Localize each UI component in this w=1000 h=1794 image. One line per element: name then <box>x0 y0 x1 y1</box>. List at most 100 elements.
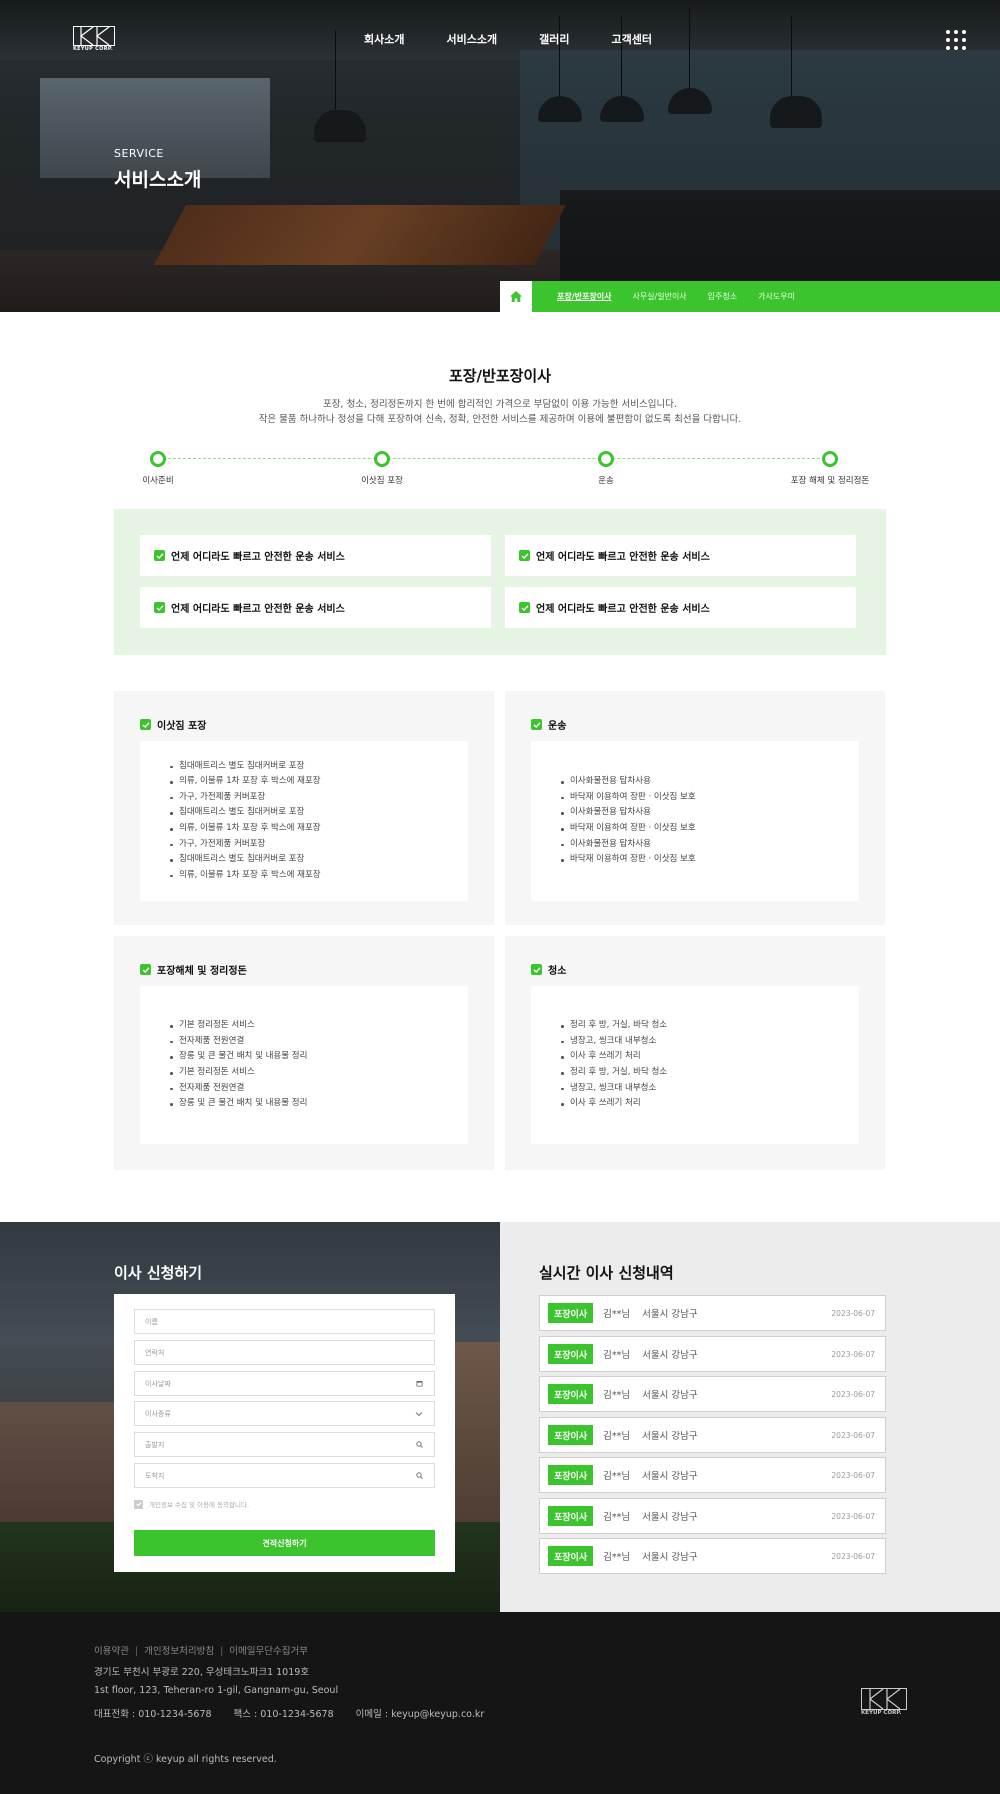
privacy-agree-checkbox[interactable]: 개인정보 수집 및 이용에 동의합니다. <box>134 1499 249 1509</box>
move-date-field[interactable]: 이사날짜 <box>134 1371 435 1396</box>
list-item: 포장이사 김**님 서울시 강남구 2023-06-07 <box>539 1295 886 1331</box>
subnav-item-packing[interactable]: 포장/반포장이사 <box>557 291 611 302</box>
subnav-item-office[interactable]: 사무실/일반이사 <box>632 291 686 302</box>
request-area: 서울시 강남구 <box>642 1350 698 1361</box>
departure-placeholder: 출발지 <box>145 1440 165 1449</box>
request-area: 서울시 강남구 <box>642 1431 698 1442</box>
name-field[interactable]: 이름 <box>134 1309 435 1334</box>
live-requests-title: 실시간 이사 신청내역 <box>539 1264 674 1282</box>
list-item: 침대매트리스 별도 침대커버로 포장 <box>170 805 468 821</box>
card-title: 포장해체 및 정리정돈 <box>157 966 247 977</box>
feature-text: 언제 어디라도 빠르고 안전한 운송 서비스 <box>536 552 710 563</box>
list-item: 포장이사 김**님 서울시 강남구 2023-06-07 <box>539 1417 886 1453</box>
footer-address-en: 1st floor, 123, Teheran-ro 1-gil, Gangna… <box>94 1685 339 1696</box>
process-line <box>158 458 830 459</box>
footer-link-email-refusal[interactable]: 이메일무단수집거부 <box>229 1646 308 1657</box>
request-area: 서울시 강남구 <box>642 1512 698 1523</box>
list-item: 이사 후 쓰레기 처리 <box>561 1049 859 1065</box>
footer-fax: 팩스 : 010-1234-5678 <box>233 1709 334 1720</box>
chevron-down-icon[interactable] <box>414 1409 424 1419</box>
section-desc-line1: 포장, 청소, 정리정돈까지 한 번에 합리적인 가격으로 부담없이 이용 가능… <box>323 399 677 410</box>
list-item: 이사화물전용 탑차사용 <box>561 837 859 853</box>
request-date: 2023-06-07 <box>831 1389 875 1399</box>
nav-item-support[interactable]: 고객센터 <box>611 31 651 47</box>
submit-quote-button[interactable]: 견적신청하기 <box>134 1530 435 1556</box>
list-item: 포장이사 김**님 서울시 강남구 2023-06-07 <box>539 1457 886 1493</box>
arrival-placeholder: 도착지 <box>145 1471 165 1480</box>
check-icon <box>154 602 165 613</box>
home-button[interactable] <box>500 281 532 312</box>
status-badge: 포장이사 <box>548 1384 594 1404</box>
page-title: 서비스소개 <box>114 169 202 191</box>
service-card-packing: 이삿짐 포장 침대매트리스 별도 침대커버로 포장 의류, 이불류 1차 포장 … <box>114 691 494 925</box>
privacy-agree-label: 개인정보 수집 및 이용에 동의합니다. <box>149 1501 250 1509</box>
request-date: 2023-06-07 <box>831 1470 875 1480</box>
list-item: 전자제품 전원연결 <box>170 1034 468 1050</box>
subnav-item-cleaning[interactable]: 입주청소 <box>708 291 737 302</box>
list-item: 가구, 가전제품 커버포장 <box>170 790 468 806</box>
phone-field[interactable]: 연락처 <box>134 1340 435 1365</box>
step-circle-icon <box>598 451 614 467</box>
footer <box>0 1612 1000 1794</box>
nav-item-company[interactable]: 회사소개 <box>364 31 404 47</box>
request-date: 2023-06-07 <box>831 1349 875 1359</box>
request-area: 서울시 강남구 <box>642 1471 698 1482</box>
feature-item: 언제 어디라도 빠르고 안전한 운송 서비스 <box>140 587 491 628</box>
request-area: 서울시 강남구 <box>642 1390 698 1401</box>
footer-link-terms[interactable]: 이용약관 <box>94 1646 129 1657</box>
status-badge: 포장이사 <box>548 1465 594 1485</box>
card-body: 정리 후 방, 거실, 바닥 청소 냉장고, 씽크대 내부청소 이사 후 쓰레기… <box>531 986 859 1144</box>
phone-placeholder: 연락처 <box>145 1348 165 1357</box>
search-icon[interactable] <box>414 1471 424 1481</box>
request-date: 2023-06-07 <box>831 1551 875 1561</box>
step-label: 이사준비 <box>142 476 174 486</box>
calendar-icon[interactable] <box>414 1379 424 1389</box>
process-step: 이사준비 <box>88 451 228 486</box>
service-card-unpacking: 포장해체 및 정리정돈 기본 정리정돈 서비스 전자제품 전원연결 장롱 및 큰… <box>114 936 494 1170</box>
feature-text: 언제 어디라도 빠르고 안전한 운송 서비스 <box>536 604 710 615</box>
check-icon <box>140 719 151 730</box>
list-item: 정리 후 방, 거실, 바닥 청소 <box>561 1065 859 1081</box>
check-icon <box>154 550 165 561</box>
arrival-field[interactable]: 도착지 <box>134 1463 435 1488</box>
list-item: 이사 후 쓰레기 처리 <box>561 1096 859 1112</box>
main-nav: 회사소개 서비스소개 갤러리 고객센터 <box>364 31 652 47</box>
list-item: 냉장고, 씽크대 내부청소 <box>561 1081 859 1097</box>
card-title: 운송 <box>548 721 567 732</box>
status-badge: 포장이사 <box>548 1344 594 1364</box>
menu-grid-icon[interactable] <box>946 30 966 50</box>
checkbox-icon[interactable] <box>134 1499 143 1509</box>
nav-item-gallery[interactable]: 갤러리 <box>539 31 569 47</box>
check-icon <box>531 719 542 730</box>
service-card-transport: 운송 이사화물전용 탑차사용 바닥재 이용하여 장판 · 이삿짐 보호 이사화물… <box>505 691 885 925</box>
feature-text: 언제 어디라도 빠르고 안전한 운송 서비스 <box>171 604 345 615</box>
departure-field[interactable]: 출발지 <box>134 1432 435 1457</box>
process-step: 이삿짐 포장 <box>312 451 452 486</box>
list-item: 포장이사 김**님 서울시 강남구 2023-06-07 <box>539 1376 886 1412</box>
move-date-placeholder: 이사날짜 <box>145 1379 171 1388</box>
card-body: 이사화물전용 탑차사용 바닥재 이용하여 장판 · 이삿짐 보호 이사화물전용 … <box>531 741 859 901</box>
step-circle-icon <box>150 451 166 467</box>
subnav-item-housekeeper[interactable]: 가사도우미 <box>758 291 795 302</box>
move-type-placeholder: 이사종류 <box>145 1409 171 1418</box>
search-icon[interactable] <box>414 1440 424 1450</box>
section-title: 포장/반포장이사 <box>448 367 552 385</box>
move-type-select[interactable]: 이사종류 <box>134 1401 435 1426</box>
header-logo[interactable]: KEYUP CORP. <box>73 26 115 52</box>
feature-item: 언제 어디라도 빠르고 안전한 운송 서비스 <box>140 535 491 576</box>
card-title: 이삿짐 포장 <box>157 721 207 732</box>
process-step: 포장 해체 및 정리정돈 <box>760 451 900 486</box>
list-item: 기본 정리정돈 서비스 <box>170 1018 468 1034</box>
list-item: 침대매트리스 별도 침대커버로 포장 <box>170 852 468 868</box>
footer-email: 이메일 : keyup@keyup.co.kr <box>355 1709 485 1720</box>
request-area: 서울시 강남구 <box>642 1309 698 1320</box>
step-label: 운송 <box>598 476 614 486</box>
card-title: 청소 <box>548 966 567 977</box>
check-icon <box>531 964 542 975</box>
footer-link-privacy[interactable]: 개인정보처리방침 <box>144 1646 214 1657</box>
list-item: 가구, 가전제품 커버포장 <box>170 837 468 853</box>
footer-copyright: Copyright ⓒ keyup all rights reserved. <box>94 1754 277 1765</box>
status-badge: 포장이사 <box>548 1546 594 1566</box>
nav-item-service[interactable]: 서비스소개 <box>446 31 497 47</box>
service-card-cleaning: 청소 정리 후 방, 거실, 바닥 청소 냉장고, 씽크대 내부청소 이사 후 … <box>505 936 885 1170</box>
